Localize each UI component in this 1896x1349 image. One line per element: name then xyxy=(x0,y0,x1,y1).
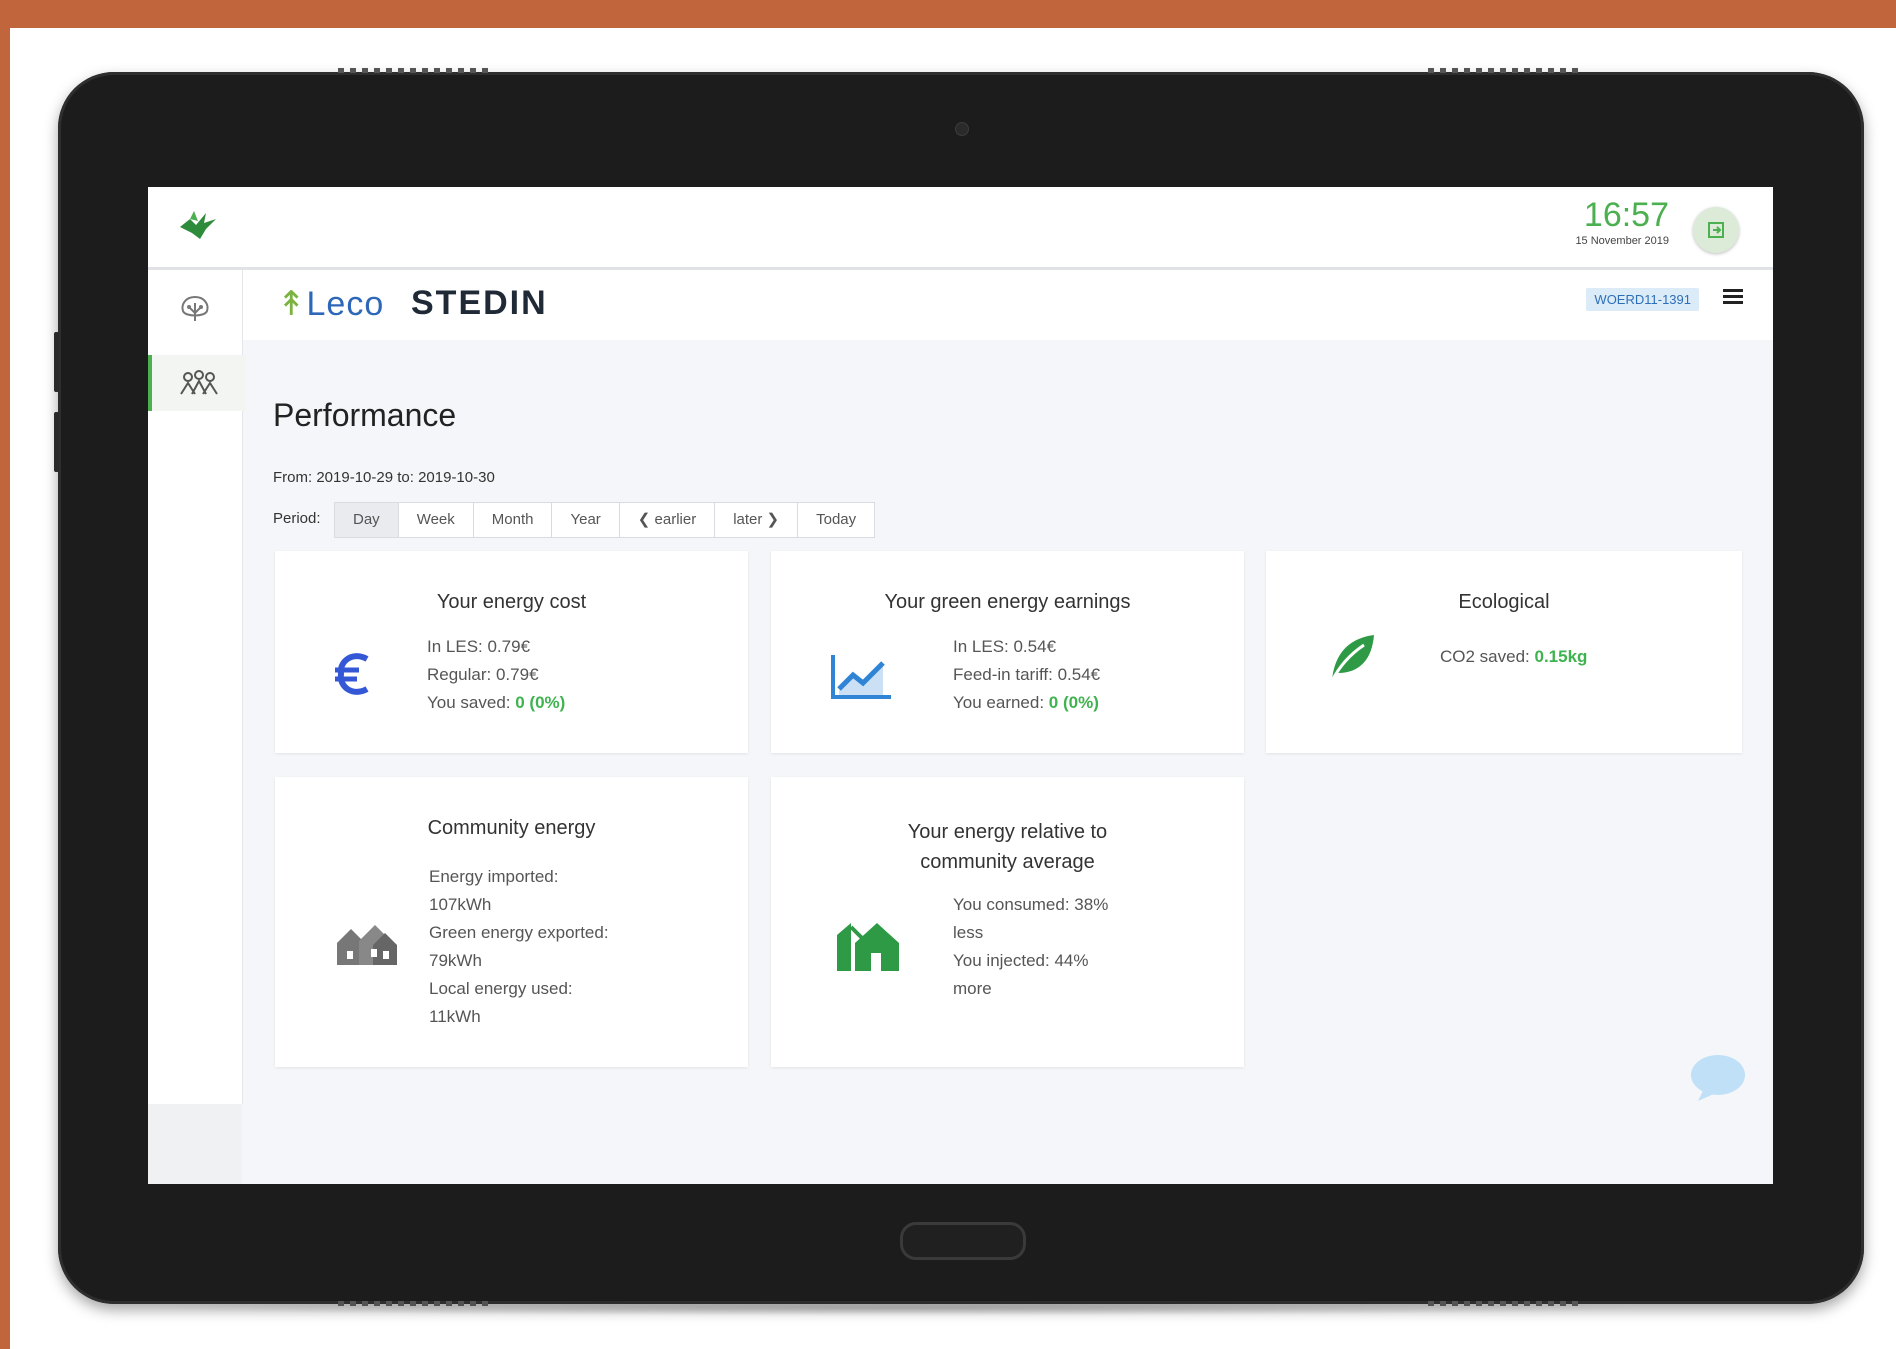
green-exported-value: 79kWh xyxy=(429,951,482,970)
app-header: ↟Leco STEDIN WOERD11-1391 xyxy=(243,270,1773,340)
relative-energy-details: You consumed: 38% less You injected: 44%… xyxy=(953,891,1108,1003)
exit-button[interactable] xyxy=(1693,207,1739,253)
energy-cost-card: Your energy cost In LES: 0.79€ Regular: … xyxy=(275,551,748,753)
earnings-earned: You earned: 0 (0%) xyxy=(953,693,1099,712)
injected-line: You injected: 44% xyxy=(953,951,1089,970)
local-used-value: 11kWh xyxy=(429,1007,481,1026)
local-used-label: Local energy used: xyxy=(429,979,573,998)
tree-network-icon xyxy=(181,295,209,321)
green-earnings-details: In LES: 0.54€ Feed-in tariff: 0.54€ You … xyxy=(953,633,1100,717)
stedin-logo: STEDIN xyxy=(411,284,548,322)
sidebar-item-network[interactable] xyxy=(148,280,242,336)
top-bar: 16:57 15 November 2019 xyxy=(148,187,1773,270)
earnings-feed-in: Feed-in tariff: 0.54€ xyxy=(953,665,1101,684)
community-icon xyxy=(180,370,218,395)
card-title: Ecological xyxy=(1458,591,1550,613)
consumed-line: You consumed: 38% xyxy=(953,895,1109,914)
app-screen: 16:57 15 November 2019 › xyxy=(148,187,1773,1184)
earnings-earned-value: 0 (0%) xyxy=(1048,693,1099,712)
cost-les: In LES: 0.79€ xyxy=(427,637,531,656)
period-day-button[interactable]: Day xyxy=(334,502,399,538)
chat-bubble-icon[interactable] xyxy=(1690,1053,1746,1103)
user-id-badge[interactable]: WOERD11-1391 xyxy=(1586,288,1699,311)
period-year-button[interactable]: Year xyxy=(551,502,620,538)
period-earlier-button[interactable]: ❮ earlier xyxy=(618,502,716,538)
period-selector: Day Week Month Year ❮ earlier later ❯ To… xyxy=(334,502,876,538)
green-earnings-card: Your green energy earnings In LES: 0.54€… xyxy=(771,551,1244,753)
clock: 16:57 15 November 2019 xyxy=(1575,195,1669,247)
date-range: From: 2019-10-29 to: 2019-10-30 xyxy=(273,469,495,486)
leaf-icon xyxy=(1330,635,1374,682)
ecological-card: Ecological CO2 saved: 0.15kg xyxy=(1266,551,1742,753)
ecological-details: CO2 saved: 0.15kg xyxy=(1440,643,1587,671)
co2-saved: CO2 saved: 0.15kg xyxy=(1440,647,1588,666)
leco-logo-text: Leco xyxy=(306,285,385,323)
card-title: Community energy xyxy=(427,817,596,839)
home-button[interactable] xyxy=(900,1222,1026,1260)
card-title: Your green energy earnings xyxy=(884,591,1131,613)
period-month-button[interactable]: Month xyxy=(472,502,553,538)
relative-energy-card: Your energy relative to community averag… xyxy=(771,777,1244,1067)
card-title: Your energy cost xyxy=(436,591,587,613)
clock-date: 15 November 2019 xyxy=(1575,235,1669,247)
sidebar: › xyxy=(148,270,246,1167)
period-later-button[interactable]: later ❯ xyxy=(714,502,799,538)
period-today-button[interactable]: Today xyxy=(797,502,876,538)
card-title-line-1: Your energy relative to xyxy=(907,821,1108,843)
leco-logo: ↟Leco xyxy=(277,285,385,323)
injected-comparison: more xyxy=(953,979,992,998)
line-chart-icon xyxy=(831,655,891,699)
sidebar-footer xyxy=(148,1104,242,1184)
speaker-grille xyxy=(1428,68,1578,73)
euro-icon xyxy=(335,653,369,695)
consumed-comparison: less xyxy=(953,923,984,942)
houses-icon xyxy=(337,925,397,965)
background-frame-left xyxy=(0,0,10,1349)
cost-regular: Regular: 0.79€ xyxy=(427,665,539,684)
speaker-grille xyxy=(338,68,488,73)
energy-cost-details: In LES: 0.79€ Regular: 0.79€ You saved: … xyxy=(427,633,565,717)
cost-saved-value: 0 (0%) xyxy=(515,693,566,712)
period-week-button[interactable]: Week xyxy=(397,502,474,538)
earnings-les: In LES: 0.54€ xyxy=(953,637,1057,656)
volume-button[interactable] xyxy=(54,332,59,392)
cost-saved: You saved: 0 (0%) xyxy=(427,693,566,712)
exit-icon xyxy=(1708,222,1724,238)
volume-button[interactable] xyxy=(54,412,59,472)
bird-logo-icon[interactable] xyxy=(176,209,220,243)
community-energy-details: Energy imported: 107kWh Green energy exp… xyxy=(429,863,609,1031)
green-exported-label: Green energy exported: xyxy=(429,923,609,942)
background-frame-top xyxy=(0,0,1896,28)
period-label: Period: xyxy=(273,510,321,527)
card-title: Your energy relative to community averag… xyxy=(771,817,1244,877)
co2-saved-value: 0.15kg xyxy=(1534,647,1588,666)
energy-imported-value: 107kWh xyxy=(429,895,492,914)
tablet-shadow xyxy=(120,1300,1680,1316)
camera-icon xyxy=(955,122,969,136)
clock-time: 16:57 xyxy=(1583,196,1669,234)
energy-imported-label: Energy imported: xyxy=(429,867,559,886)
sidebar-item-community[interactable] xyxy=(148,355,246,411)
page-title: Performance xyxy=(273,397,457,433)
community-energy-card: Community energy Energy imported: 107kWh… xyxy=(275,777,748,1067)
card-title-line-2: community average xyxy=(920,851,1095,873)
house-building-icon xyxy=(837,923,899,971)
hamburger-menu-icon[interactable] xyxy=(1723,286,1743,306)
